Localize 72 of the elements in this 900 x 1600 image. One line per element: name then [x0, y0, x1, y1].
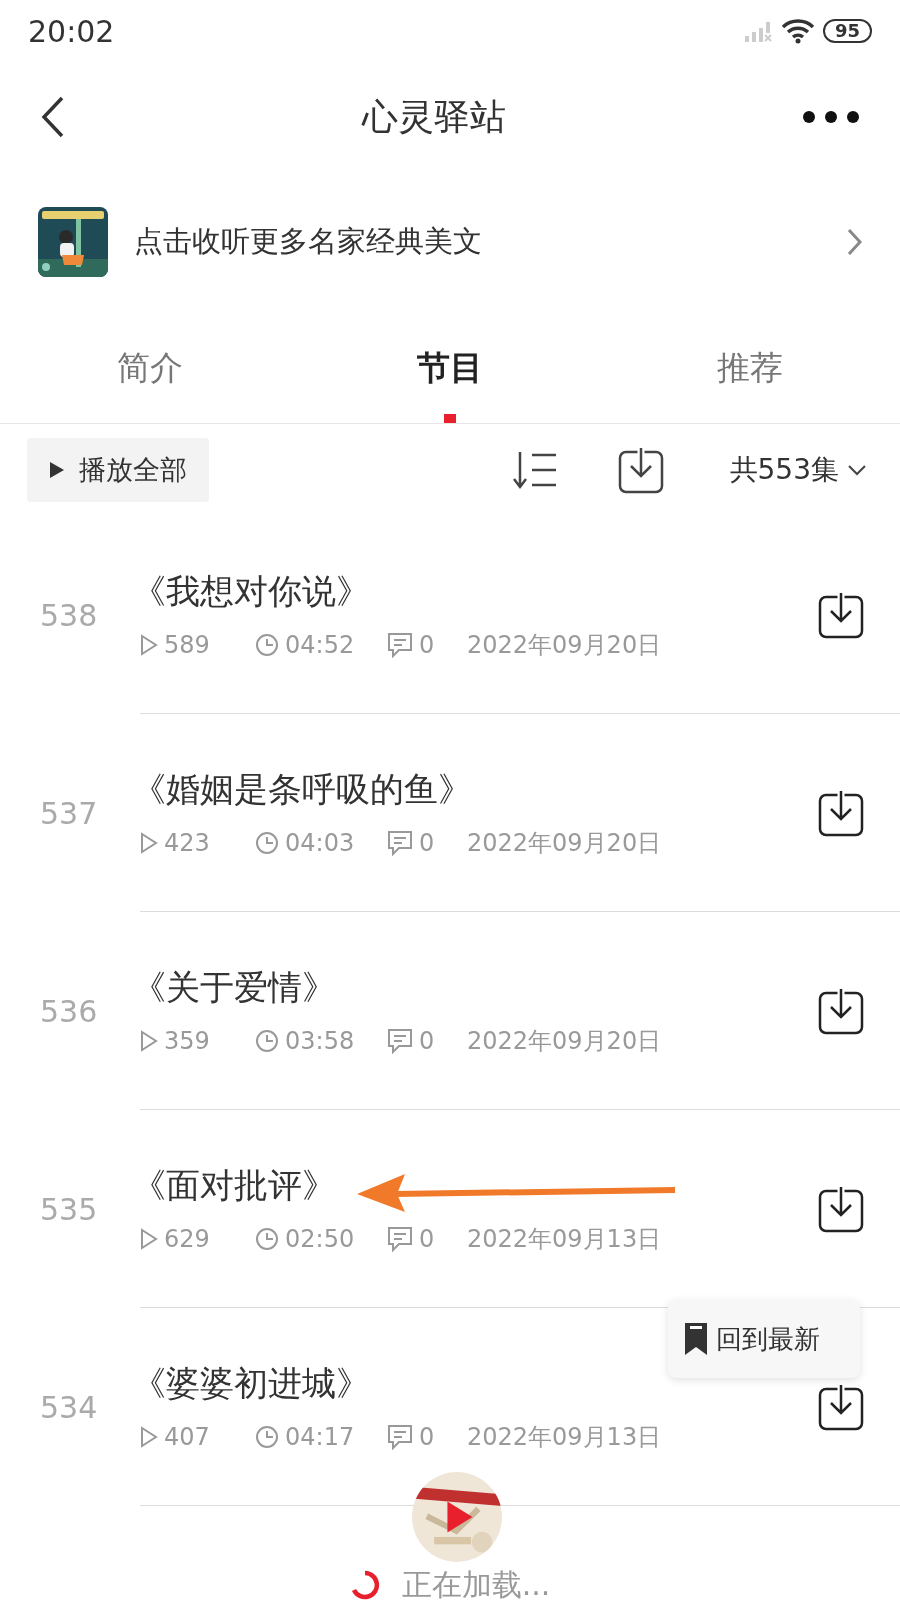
- sort-icon[interactable]: [511, 450, 558, 490]
- comment-count: 0: [419, 630, 435, 661]
- comment-icon: [387, 1226, 413, 1252]
- publish-date: 2022年09月20日: [467, 630, 662, 661]
- publish-date: 2022年09月13日: [467, 1422, 662, 1453]
- clock-icon: [255, 1227, 279, 1251]
- play-icon: [49, 461, 65, 479]
- comment-icon: [387, 830, 413, 856]
- clock-icon: [255, 831, 279, 855]
- episode-title[interactable]: 《婚姻是条呼吸的鱼》: [132, 764, 472, 815]
- comment-count: 0: [419, 1422, 435, 1453]
- tab[interactable]: 简介: [0, 312, 300, 423]
- episode-title[interactable]: 《婆婆初进城》: [132, 1358, 370, 1409]
- chevron-down-icon: [847, 464, 867, 476]
- wifi-icon: [780, 18, 815, 44]
- episode-number: 536: [39, 992, 99, 1031]
- clock-icon: [255, 1029, 279, 1053]
- episode-title[interactable]: 《关于爱情》: [132, 962, 336, 1013]
- play-count-icon: [140, 1228, 158, 1250]
- duration: 03:58: [285, 1026, 355, 1057]
- play-count: 423: [164, 828, 210, 859]
- publish-date: 2022年09月20日: [467, 828, 662, 859]
- episode-number: 538: [39, 596, 99, 635]
- episode-count-dropdown[interactable]: 共553集: [723, 448, 873, 492]
- comment-count: 0: [419, 1026, 435, 1057]
- comment-icon: [387, 1028, 413, 1054]
- episode-title[interactable]: 《我想对你说》: [132, 566, 370, 617]
- play-count-icon: [140, 1030, 158, 1052]
- comment-count: 0: [419, 1224, 435, 1255]
- play-count: 629: [164, 1224, 210, 1255]
- download-icon[interactable]: [617, 446, 664, 494]
- status-time: 20:02: [28, 12, 115, 51]
- loading-text: 正在加载...: [401, 1566, 551, 1600]
- download-icon[interactable]: [818, 788, 864, 837]
- tab[interactable]: 推荐: [600, 312, 900, 423]
- clock-icon: [255, 633, 279, 657]
- duration: 02:50: [285, 1224, 355, 1255]
- page-title: 心灵驿站: [360, 95, 507, 139]
- comment-icon: [387, 1424, 413, 1450]
- duration: 04:52: [285, 630, 355, 661]
- battery-indicator: 95: [822, 19, 872, 43]
- download-icon[interactable]: [818, 1382, 864, 1431]
- publish-date: 2022年09月13日: [467, 1224, 662, 1255]
- banner-link[interactable]: 点击收听更多名家经典美文: [134, 220, 820, 264]
- play-count-icon: [140, 634, 158, 656]
- clock-icon: [255, 1425, 279, 1449]
- play-count-icon: [140, 832, 158, 854]
- episode-title[interactable]: 《面对批评》: [132, 1160, 336, 1211]
- tab[interactable]: 节目: [300, 312, 600, 423]
- back-icon[interactable]: [40, 95, 66, 139]
- download-icon[interactable]: [818, 986, 864, 1035]
- episode-number: 537: [39, 794, 99, 833]
- more-icon[interactable]: [802, 110, 860, 124]
- bookmark-icon: [684, 1322, 708, 1356]
- play-count: 407: [164, 1422, 210, 1453]
- publish-date: 2022年09月20日: [467, 1026, 662, 1057]
- play-all-button[interactable]: 播放全部: [27, 437, 209, 503]
- signal-icon: [742, 20, 773, 42]
- play-count: 359: [164, 1026, 210, 1057]
- download-icon[interactable]: [818, 1184, 864, 1233]
- comment-icon: [387, 632, 413, 658]
- duration: 04:17: [285, 1422, 355, 1453]
- comment-count: 0: [419, 828, 435, 859]
- chevron-right-icon[interactable]: [846, 227, 862, 257]
- episode-number: 534: [39, 1388, 99, 1427]
- back-to-latest-button[interactable]: 回到最新: [668, 1300, 860, 1378]
- download-icon[interactable]: [818, 590, 864, 639]
- play-count-icon: [140, 1426, 158, 1448]
- episode-number: 535: [39, 1190, 99, 1229]
- spinner-icon: [349, 1569, 380, 1600]
- play-count: 589: [164, 630, 210, 661]
- duration: 04:03: [285, 828, 355, 859]
